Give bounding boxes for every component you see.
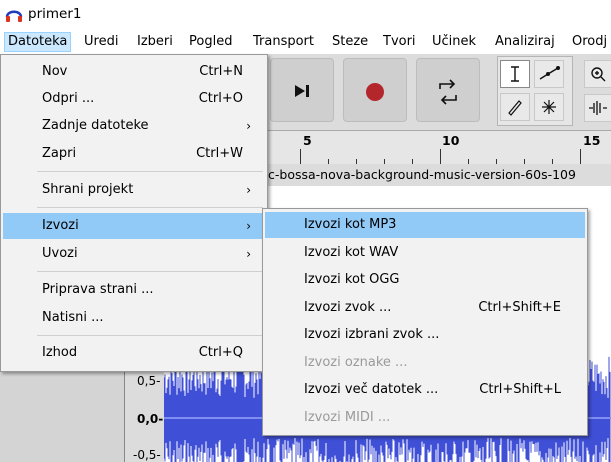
menu-separator	[37, 335, 263, 336]
ruler-label: 10	[442, 133, 460, 148]
track-title[interactable]: c-bossa-nova-background-music-version-60…	[268, 164, 611, 186]
tools-group	[497, 56, 573, 126]
menu-item-izvozi-oznake: Izvozi oznake ...	[304, 355, 408, 370]
loop-button[interactable]	[416, 58, 480, 122]
ruler-label: 5	[303, 133, 312, 148]
submenu-arrow-icon: ›	[246, 183, 251, 197]
record-icon	[366, 83, 384, 101]
menu-transport[interactable]: Transport	[250, 33, 317, 51]
menu-separator	[37, 271, 263, 272]
submenu-arrow-icon: ›	[246, 119, 251, 133]
menu-separator	[37, 171, 263, 172]
menu-pogled[interactable]: Pogled	[186, 33, 235, 51]
menu-item-izvozi-kot-ogg[interactable]: Izvozi kot OGG	[265, 267, 585, 293]
menu-item-izvozi-izbrani-zvok[interactable]: Izvozi izbrani zvok ...	[265, 322, 585, 348]
ruler-label: 15	[583, 133, 601, 148]
menu-item-izvozi-midi: Izvozi MIDI ...	[304, 410, 391, 425]
menu-item-natisni[interactable]: Natisni ...	[3, 305, 265, 331]
menu-item-zadnje-datoteke[interactable]: Zadnje datoteke ›	[3, 113, 265, 139]
scale-label: 0,0-	[137, 412, 164, 426]
menu-item-priprava-strani[interactable]: Priprava strani ...	[3, 277, 265, 303]
meter-icon[interactable]	[584, 94, 611, 122]
scale-label: 0,5-	[137, 374, 161, 388]
file-menu: Nov Ctrl+N Odpri ... Ctrl+O Zadnje datotek…	[0, 54, 268, 372]
menu-bar: Datoteka Uredi Izberi Pogled Transport S…	[0, 30, 611, 54]
menu-item-zapri[interactable]: Zapri Ctrl+W	[3, 141, 265, 167]
track-control-panel[interactable]	[0, 360, 124, 462]
skip-to-end-button[interactable]	[270, 58, 334, 122]
menu-item-odpri[interactable]: Odpri ... Ctrl+O	[3, 86, 265, 112]
submenu-arrow-icon: ›	[246, 247, 251, 261]
skip-to-end-icon	[295, 85, 309, 97]
menu-item-shrani-projekt[interactable]: Shrani projekt ›	[3, 177, 265, 203]
draw-tool-icon[interactable]	[500, 93, 530, 121]
multi-tool-icon[interactable]	[534, 93, 564, 121]
menu-item-izhod[interactable]: Izhod Ctrl+Q	[3, 340, 265, 366]
loop-icon	[439, 79, 457, 105]
menu-item-izvozi-kot-wav[interactable]: Izvozi kot WAV	[265, 240, 585, 266]
menu-ucinek[interactable]: Učinek	[429, 33, 479, 51]
menu-analiziraj[interactable]: Analiziraj	[492, 33, 558, 51]
menu-item-izvozi-zvok[interactable]: Izvozi zvok ... Ctrl+Shift+E	[265, 295, 585, 321]
menu-item-nov[interactable]: Nov Ctrl+N	[3, 59, 265, 85]
menu-item-izvozi[interactable]: Izvozi ›	[3, 213, 265, 239]
submenu-arrow-icon: ›	[246, 219, 251, 233]
menu-separator	[37, 207, 263, 208]
menu-tvori[interactable]: Tvori	[380, 33, 419, 51]
audacity-headphones-icon	[5, 10, 23, 22]
menu-izberi[interactable]: Izberi	[134, 33, 176, 51]
menu-item-izvozi-vec-datotek[interactable]: Izvozi več datotek ... Ctrl+Shift+L	[265, 377, 585, 403]
menu-uredi[interactable]: Uredi	[81, 33, 121, 51]
menu-item-izvozi-kot-mp3[interactable]: Izvozi kot MP3	[265, 212, 585, 238]
scale-label: -0,5-	[133, 448, 161, 462]
vertical-scale: 0,5- 0,0- -0,5-	[124, 360, 165, 462]
envelope-tool-icon[interactable]	[534, 60, 564, 88]
menu-item-uvozi[interactable]: Uvozi ›	[3, 241, 265, 267]
menu-datoteka[interactable]: Datoteka	[4, 32, 72, 52]
record-button[interactable]	[343, 58, 407, 122]
title-bar: primer1	[0, 0, 611, 30]
zoom-in-icon[interactable]	[584, 60, 611, 88]
export-submenu: Izvozi kot MP3 Izvozi kot WAV Izvozi kot…	[262, 208, 588, 436]
selection-tool-icon[interactable]	[500, 60, 530, 88]
menu-steze[interactable]: Steze	[329, 33, 371, 51]
window-title: primer1	[28, 6, 82, 22]
menu-orodja[interactable]: Orodj	[569, 33, 610, 51]
